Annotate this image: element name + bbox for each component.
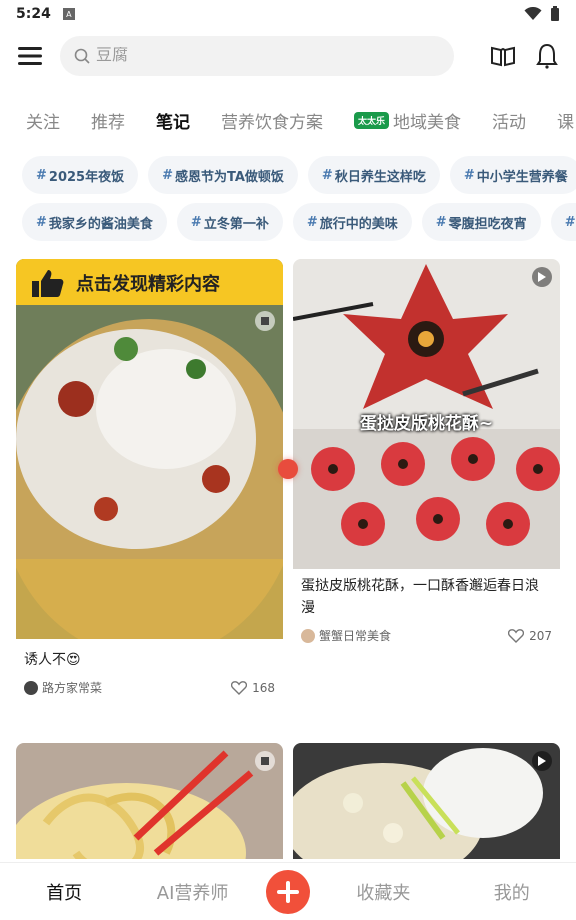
nav-home[interactable]: 首页 xyxy=(9,879,119,905)
note-card[interactable] xyxy=(16,743,283,859)
search-bar[interactable] xyxy=(60,36,454,76)
tab-nutrition-plan[interactable]: 营养饮食方案 xyxy=(221,108,323,133)
status-bar: 5:24 A xyxy=(0,0,576,28)
avatar xyxy=(301,628,315,643)
search-icon xyxy=(74,48,90,64)
cooking-image xyxy=(293,743,560,859)
category-tabs: 关注 推荐 笔记 营养饮食方案 太太乐 地域美食 活动 课 xyxy=(0,100,576,140)
noodles-image xyxy=(16,743,283,859)
topic-chip[interactable]: # 我家乡的酱油美食 xyxy=(22,203,167,241)
bottom-nav: 首页 AI营养师 收藏夹 我的 xyxy=(0,862,576,920)
menu-button[interactable] xyxy=(16,42,44,70)
status-time: 5:24 xyxy=(16,6,51,22)
video-play-icon xyxy=(532,751,552,771)
plus-icon xyxy=(276,880,299,903)
note-image: 蛋挞皮版桃花酥~ xyxy=(293,259,560,569)
nav-me[interactable]: 我的 xyxy=(457,879,567,905)
wifi-icon xyxy=(524,7,542,20)
sim-icon: A xyxy=(62,8,75,20)
book-button[interactable] xyxy=(490,43,516,69)
floating-tomato-button[interactable] xyxy=(278,459,298,479)
tab-recommend[interactable]: 推荐 xyxy=(91,108,125,133)
tab-activity[interactable]: 活动 xyxy=(492,108,526,133)
like-count: 207 xyxy=(529,628,552,643)
note-card[interactable] xyxy=(293,743,560,859)
discover-banner[interactable]: 点击发现精彩内容 xyxy=(30,267,220,299)
author-name: 路方家常菜 xyxy=(42,681,103,695)
topic-chip[interactable]: # 秋日养生这样吃 xyxy=(307,156,440,194)
tab-regional-food-label: 地域美食 xyxy=(393,112,462,133)
gallery-icon xyxy=(255,311,275,331)
topic-chip[interactable]: # 中小学生营养餐 xyxy=(449,156,576,194)
video-play-icon xyxy=(532,267,552,287)
top-bar xyxy=(0,30,576,82)
author-name: 蟹蟹日常美食 xyxy=(319,629,392,643)
note-meta: 蟹蟹日常美食 207 xyxy=(293,619,560,652)
note-title: 诱人不😍 xyxy=(24,652,81,668)
brand-badge: 太太乐 xyxy=(354,111,390,129)
thumbs-up-icon xyxy=(32,270,64,297)
heart-icon xyxy=(231,680,248,695)
book-icon xyxy=(491,46,515,67)
note-image: 点击发现精彩内容 xyxy=(16,259,283,639)
note-meta: 路方家常菜 168 xyxy=(16,671,283,699)
topic-chip[interactable]: # 立冬第一补 xyxy=(176,203,283,241)
topic-chip[interactable]: #元 xyxy=(550,203,576,241)
discover-banner-text: 点击发现精彩内容 xyxy=(76,274,220,295)
tab-course[interactable]: 课 xyxy=(557,108,574,133)
notification-button[interactable] xyxy=(534,43,560,69)
nav-ai-nutritionist[interactable]: AI营养师 xyxy=(138,879,248,905)
note-image xyxy=(293,743,560,859)
topic-chip[interactable]: #2025年夜饭 xyxy=(22,156,139,194)
tab-regional-food[interactable]: 太太乐 地域美食 xyxy=(354,108,461,133)
topic-chip[interactable]: # 感恩节为TA做顿饭 xyxy=(148,156,298,194)
battery-icon xyxy=(551,6,559,21)
like-count: 168 xyxy=(252,680,275,695)
note-image xyxy=(16,743,283,859)
note-feed: 点击发现精彩内容 诱人不😍 路方家常菜 168 蛋挞皮版桃花酥~ 蛋挞皮版桃花酥… xyxy=(16,259,560,859)
topic-chip[interactable]: # 零腹担吃夜宵 xyxy=(421,203,541,241)
status-icons xyxy=(524,6,560,22)
bell-icon xyxy=(536,43,558,69)
nav-favorites[interactable]: 收藏夹 xyxy=(328,879,438,905)
topic-chips: #2025年夜饭 # 感恩节为TA做顿饭 # 秋日养生这样吃 # 中小学生营养餐 # 我… xyxy=(22,156,576,250)
avatar xyxy=(24,680,38,695)
like-button[interactable]: 207 xyxy=(508,629,552,643)
fish-dish-image xyxy=(16,259,283,639)
tab-follow[interactable]: 关注 xyxy=(26,108,60,133)
note-title: 蛋挞皮版桃花酥，一口酥香邂逅春日浪漫 xyxy=(301,578,539,616)
heart-icon xyxy=(508,628,525,643)
add-button[interactable] xyxy=(265,869,310,914)
gallery-icon xyxy=(255,751,275,771)
note-card[interactable]: 点击发现精彩内容 诱人不😍 路方家常菜 168 xyxy=(16,259,283,699)
video-overlay-text: 蛋挞皮版桃花酥~ xyxy=(359,414,494,434)
topic-chip[interactable]: # 旅行中的美味 xyxy=(292,203,412,241)
search-input[interactable] xyxy=(96,47,396,65)
like-button[interactable]: 168 xyxy=(231,681,275,695)
tab-notes[interactable]: 笔记 xyxy=(156,108,190,133)
note-card[interactable]: 蛋挞皮版桃花酥~ 蛋挞皮版桃花酥，一口酥香邂逅春日浪漫 蟹蟹日常美食 207 xyxy=(293,259,560,699)
hamburger-icon xyxy=(18,47,42,65)
